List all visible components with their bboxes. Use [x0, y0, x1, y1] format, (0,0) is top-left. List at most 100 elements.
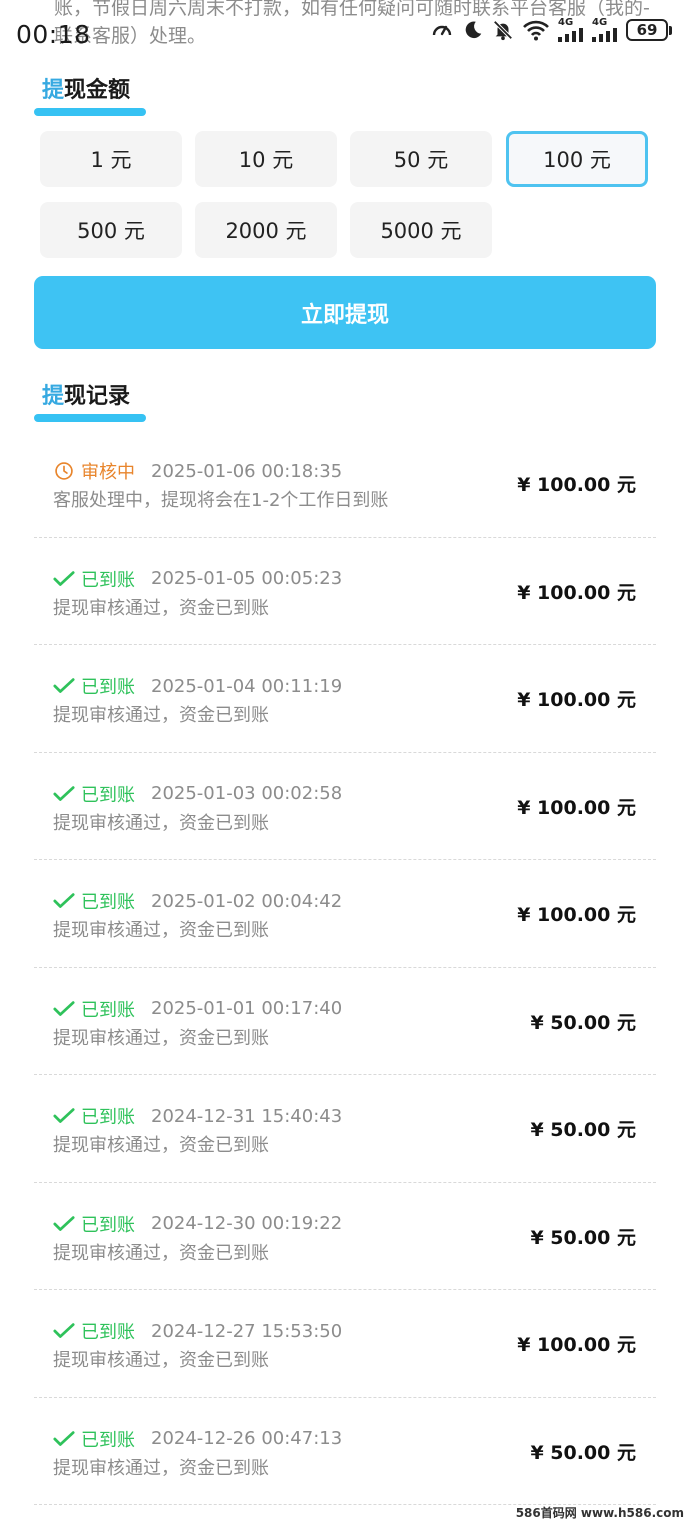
check-icon [53, 890, 75, 912]
record-amount: ¥ 50.00 元 [530, 1119, 636, 1141]
withdraw-records-list: 审核中 2025-01-06 00:18:35 客服处理中，提现将会在1-2个工作日… [34, 430, 656, 1505]
signal-icon: 4G [592, 18, 618, 42]
record-row[interactable]: 已到账 2025-01-04 00:11:19 提现审核通过，资金已到账 ¥ 100.… [34, 645, 656, 753]
record-row[interactable]: 已到账 2024-12-30 00:19:22 提现审核通过，资金已到账 ¥ 50.0… [34, 1183, 656, 1290]
network-label: 4G [592, 17, 608, 28]
record-row[interactable]: 已到账 2025-01-01 00:17:40 提现审核通过，资金已到账 ¥ 50.0… [34, 968, 656, 1075]
record-header: 已到账 2024-12-30 00:19:22 [53, 1211, 342, 1237]
record-status: 已到账 [81, 569, 135, 591]
amount-option-5000[interactable]: 5000 元 [350, 202, 492, 258]
speed-icon [430, 18, 454, 42]
record-time: 2025-01-04 00:11:19 [151, 675, 343, 697]
status-icons: 4G 4G 69 [430, 18, 672, 42]
record-row[interactable]: 已到账 2025-01-05 00:05:23 提现审核通过，资金已到账 ¥ 100.… [34, 538, 656, 645]
record-header: 已到账 2025-01-01 00:17:40 [53, 996, 342, 1022]
record-amount: ¥ 100.00 元 [517, 904, 636, 926]
withdraw-now-button[interactable]: 立即提现 [34, 276, 656, 349]
record-time: 2025-01-02 00:04:42 [151, 890, 343, 912]
record-amount: ¥ 100.00 元 [517, 1334, 636, 1356]
record-description: 提现审核通过，资金已到账 [53, 1135, 269, 1156]
status-time: 00:18 [16, 20, 91, 49]
amount-option-500[interactable]: 500 元 [40, 202, 182, 258]
record-time: 2025-01-01 00:17:40 [151, 998, 343, 1019]
check-icon [53, 1428, 75, 1450]
record-time: 2024-12-31 15:40:43 [151, 1105, 343, 1127]
amount-section-title: 提现金额 [42, 72, 130, 104]
mute-bell-icon [492, 19, 514, 41]
record-status: 已到账 [81, 892, 135, 913]
record-row[interactable]: 已到账 2025-01-02 00:04:42 提现审核通过，资金已到账 ¥ 100.… [34, 860, 656, 968]
record-amount: ¥ 50.00 元 [530, 1441, 636, 1464]
record-status: 已到账 [81, 1107, 135, 1128]
signal-icon: 4G [558, 18, 584, 42]
records-section-title: 提现记录 [42, 378, 130, 410]
wifi-icon [522, 19, 550, 41]
record-status: 审核中 [81, 462, 135, 483]
record-status: 已到账 [81, 1214, 135, 1236]
record-status: 已到账 [81, 1322, 135, 1343]
record-description: 提现审核通过，资金已到账 [53, 705, 269, 726]
record-row[interactable]: 审核中 2025-01-06 00:18:35 客服处理中，提现将会在1-2个工作日… [34, 430, 656, 538]
battery-icon: 69 [626, 19, 672, 41]
record-amount: ¥ 100.00 元 [517, 581, 636, 604]
record-time: 2025-01-05 00:05:23 [151, 568, 343, 589]
check-icon [53, 998, 75, 1020]
watermark: 586首码网 www.h586.com [515, 1506, 684, 1520]
record-header: 已到账 2024-12-27 15:53:50 [53, 1318, 342, 1344]
record-row[interactable]: 已到账 2025-01-03 00:02:58 提现审核通过，资金已到账 ¥ 100.… [34, 753, 656, 860]
record-description: 提现审核通过，资金已到账 [53, 1027, 269, 1049]
amount-option-50[interactable]: 50 元 [350, 131, 492, 187]
record-header: 已到账 2025-01-03 00:02:58 [53, 781, 342, 807]
status-bar: 账，节假日周六周末不打款，如有任何疑问可随时联系平台客服（我的-联系客服）处理。… [0, 0, 690, 64]
record-amount: ¥ 50.00 元 [530, 1011, 636, 1034]
amount-option-10[interactable]: 10 元 [195, 131, 337, 187]
record-row[interactable]: 已到账 2024-12-26 00:47:13 提现审核通过，资金已到账 ¥ 50.0… [34, 1398, 656, 1505]
record-time: 2024-12-27 15:53:50 [151, 1320, 343, 1342]
record-header: 已到账 2024-12-31 15:40:43 [53, 1103, 342, 1129]
amount-option-1[interactable]: 1 元 [40, 131, 182, 187]
record-row[interactable]: 已到账 2024-12-27 15:53:50 提现审核通过，资金已到账 ¥ 100.… [34, 1290, 656, 1398]
battery-level: 69 [626, 19, 668, 41]
check-icon [53, 1320, 75, 1342]
clock-icon [53, 460, 75, 482]
record-amount: ¥ 100.00 元 [517, 474, 636, 496]
record-header: 已到账 2025-01-05 00:05:23 [53, 566, 342, 592]
record-amount: ¥ 100.00 元 [517, 689, 636, 711]
check-icon [53, 783, 75, 805]
title-accent: 提 [42, 384, 65, 409]
record-description: 提现审核通过，资金已到账 [53, 1242, 269, 1264]
title-accent: 提 [42, 78, 65, 103]
record-description: 提现审核通过，资金已到账 [53, 1457, 269, 1479]
record-time: 2024-12-30 00:19:22 [151, 1213, 343, 1234]
record-status: 已到账 [81, 677, 135, 698]
record-description: 提现审核通过，资金已到账 [53, 1350, 269, 1371]
title-underline [34, 108, 146, 116]
amount-option-100[interactable]: 100 元 [506, 131, 648, 187]
record-header: 已到账 2025-01-04 00:11:19 [53, 673, 342, 699]
record-time: 2025-01-06 00:18:35 [151, 460, 343, 482]
record-status: 已到账 [81, 1429, 135, 1451]
amount-option-2000[interactable]: 2000 元 [195, 202, 337, 258]
moon-icon [462, 19, 484, 41]
record-header: 已到账 2024-12-26 00:47:13 [53, 1426, 342, 1452]
record-time: 2025-01-03 00:02:58 [151, 783, 343, 804]
check-icon [53, 1105, 75, 1127]
record-row[interactable]: 已到账 2024-12-31 15:40:43 提现审核通过，资金已到账 ¥ 50.0… [34, 1075, 656, 1183]
record-description: 客服处理中，提现将会在1-2个工作日到账 [53, 490, 389, 511]
record-amount: ¥ 50.00 元 [530, 1226, 636, 1249]
title-rest: 现金额 [64, 78, 131, 103]
check-icon [53, 568, 75, 590]
record-description: 提现审核通过，资金已到账 [53, 812, 269, 834]
check-icon [53, 1213, 75, 1235]
title-underline [34, 414, 146, 422]
record-amount: ¥ 100.00 元 [517, 796, 636, 819]
record-description: 提现审核通过，资金已到账 [53, 920, 269, 941]
record-header: 已到账 2025-01-02 00:04:42 [53, 888, 342, 914]
record-status: 已到账 [81, 999, 135, 1021]
network-label: 4G [558, 17, 574, 28]
record-description: 提现审核通过，资金已到账 [53, 597, 269, 619]
check-icon [53, 675, 75, 697]
record-time: 2024-12-26 00:47:13 [151, 1428, 343, 1449]
record-header: 审核中 2025-01-06 00:18:35 [53, 458, 342, 484]
record-status: 已到账 [81, 784, 135, 806]
